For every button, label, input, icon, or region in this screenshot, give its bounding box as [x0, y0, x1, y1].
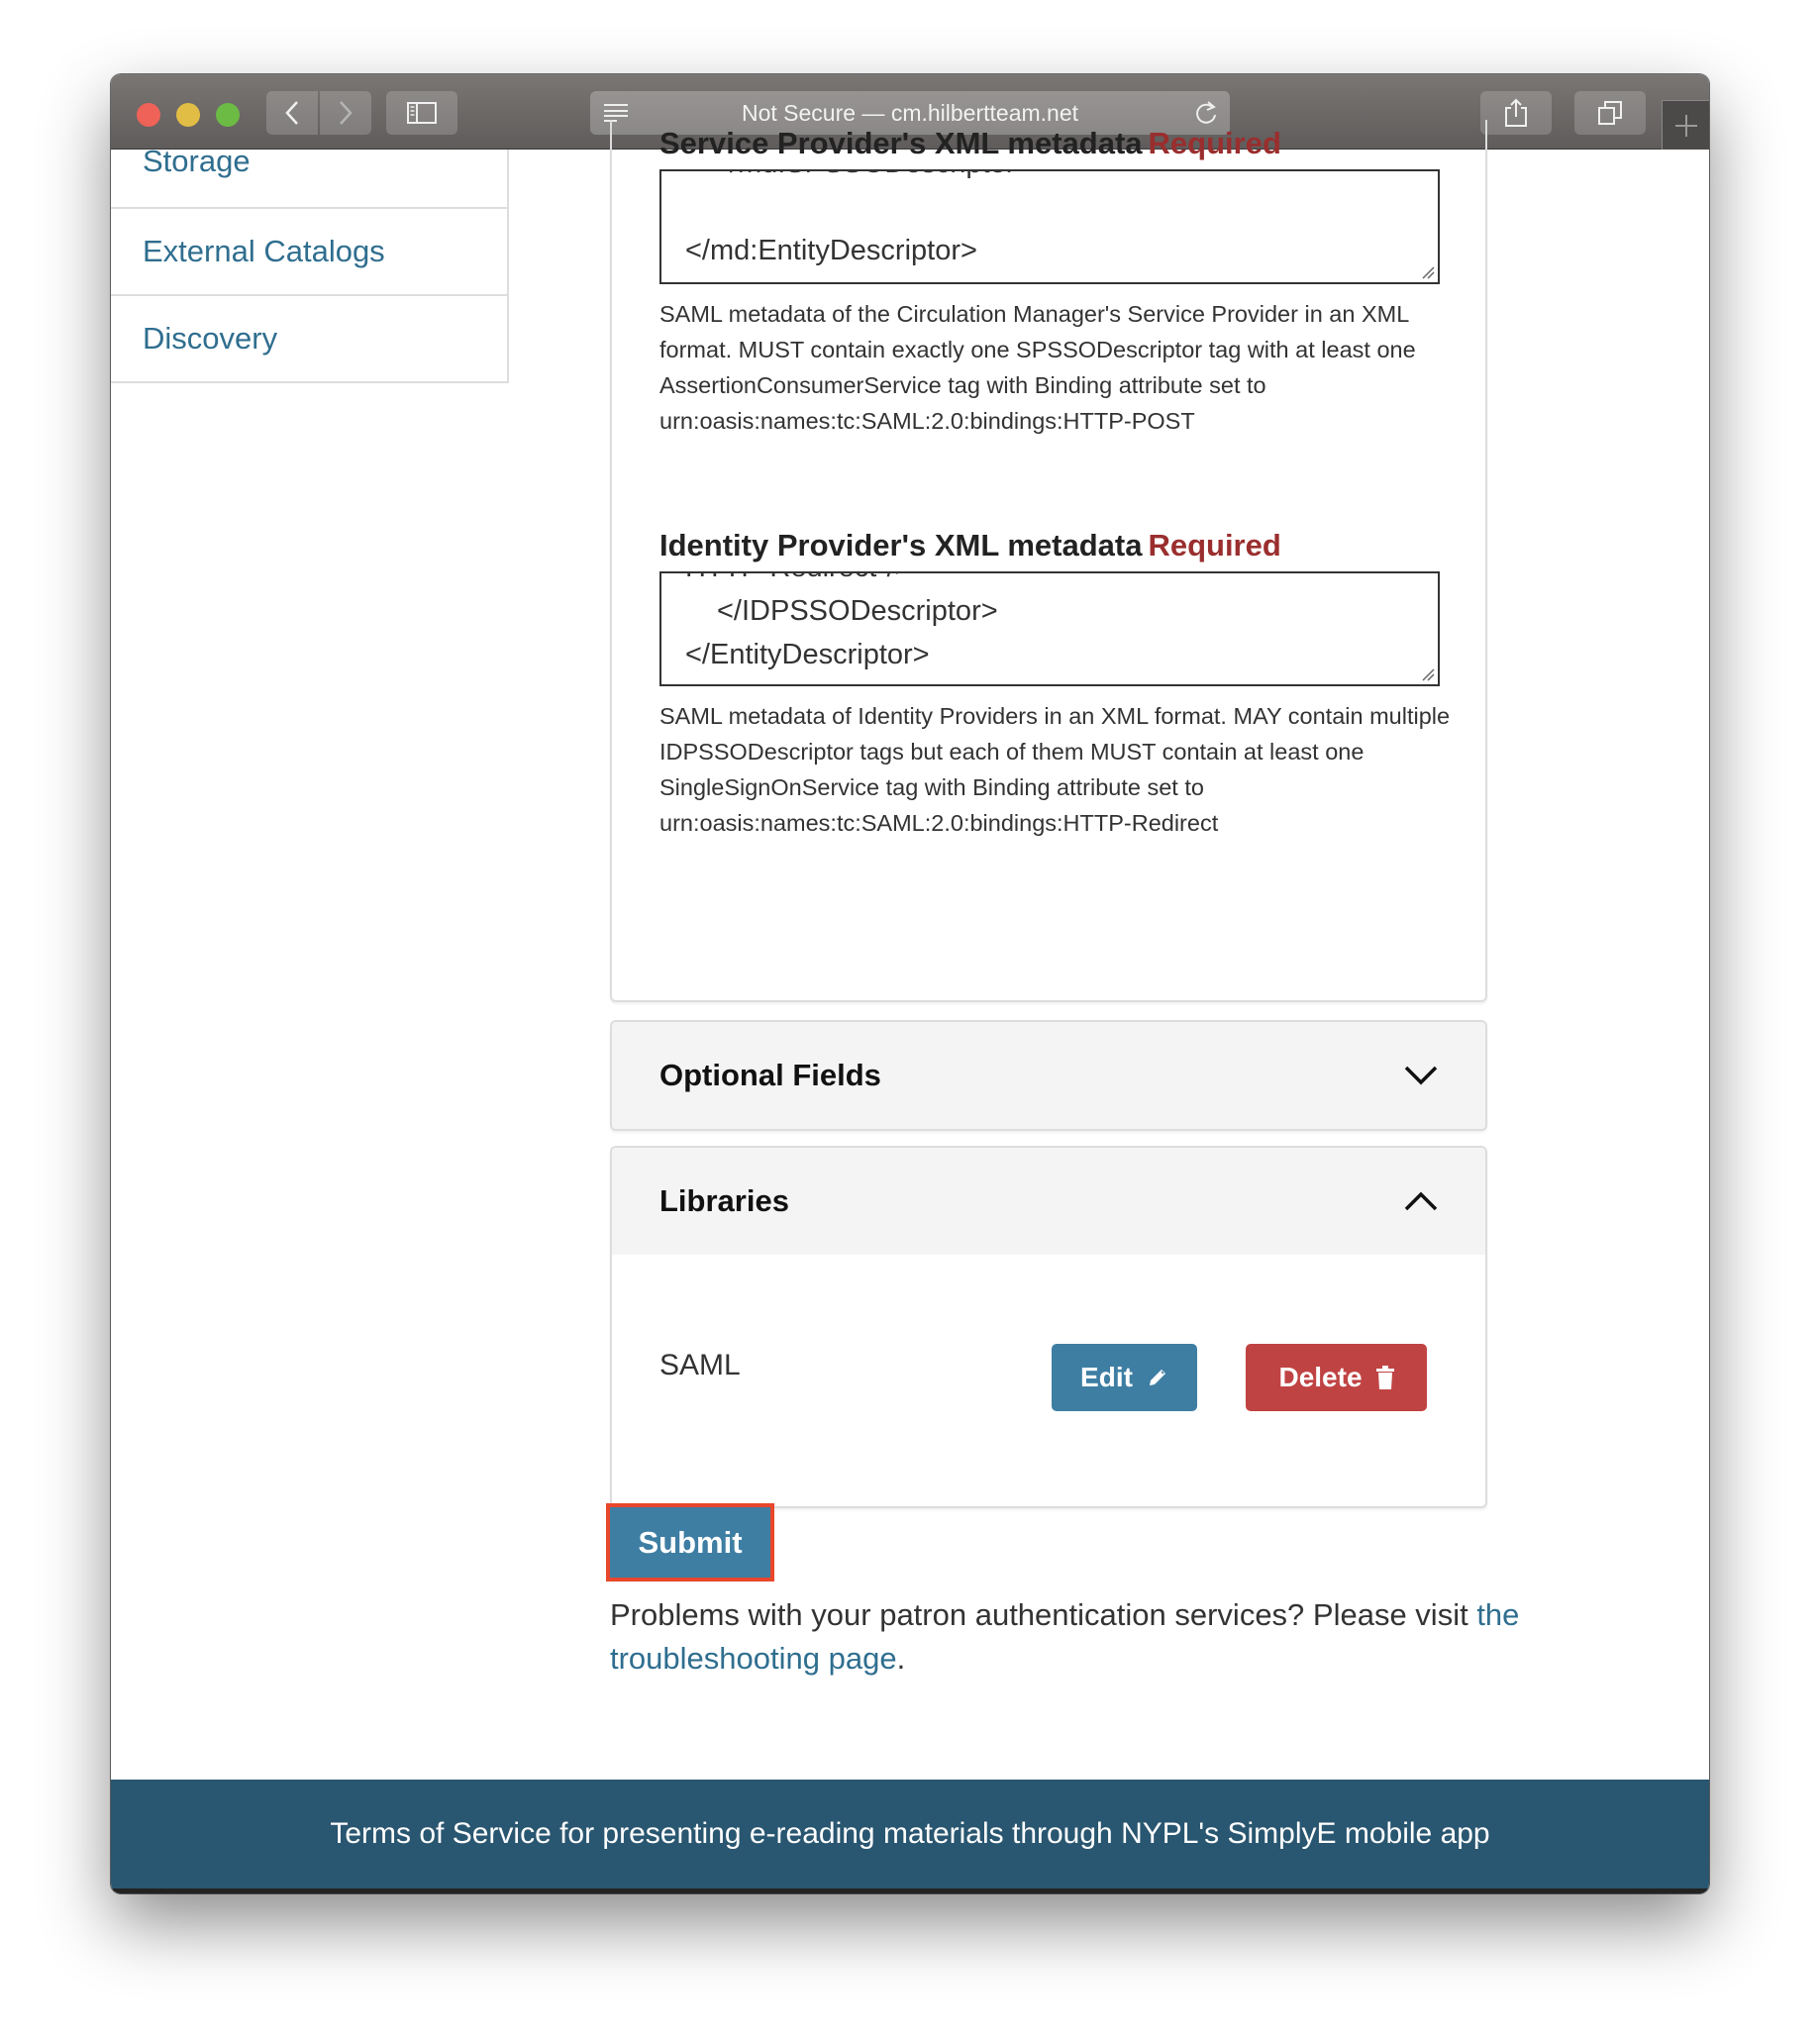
page-footer: Terms of Service for presenting e-readin…: [111, 1780, 1709, 1893]
new-tab-button[interactable]: [1662, 100, 1709, 150]
sp-metadata-textarea[interactable]: </md:SPSSODescriptor> </md:EntityDescrip…: [659, 169, 1440, 284]
chevron-left-icon: [285, 101, 298, 125]
terms-of-service-link[interactable]: Terms of Service for presenting e-readin…: [330, 1817, 1489, 1851]
zoom-window-button[interactable]: [216, 103, 240, 127]
textarea-line: </IDPSSODescriptor>: [717, 595, 998, 627]
textarea-line: </EntityDescriptor>: [685, 639, 930, 670]
sidebar-item-external-catalogs[interactable]: External Catalogs: [111, 207, 507, 294]
sidebar-item-label: External Catalogs: [143, 234, 385, 268]
minimize-window-button[interactable]: [176, 103, 200, 127]
sidebar-item-label: Storage: [143, 144, 251, 178]
back-button[interactable]: [266, 91, 318, 135]
sp-metadata-label: Service Provider's XML metadata Required: [659, 126, 1281, 161]
idp-metadata-label: Identity Provider's XML metadata Required: [659, 528, 1281, 563]
page-content: Storage External Catalogs Discovery Serv…: [111, 120, 1709, 1893]
optional-fields-title: Optional Fields: [659, 1058, 881, 1092]
sidebar-item-label: Discovery: [143, 321, 278, 356]
chevron-up-icon: [1404, 1191, 1438, 1211]
troubleshooting-text: Problems with your patron authentication…: [610, 1597, 1477, 1632]
required-badge: Required: [1148, 528, 1281, 562]
sidebar-icon: [407, 102, 437, 124]
sidebar-nav: Storage External Catalogs Discovery: [111, 144, 509, 383]
resize-grip-icon[interactable]: [1421, 667, 1435, 681]
troubleshooting-period: .: [896, 1641, 906, 1676]
sp-metadata-help: SAML metadata of the Circulation Manager…: [659, 301, 1416, 434]
libraries-panel: Libraries SAML Edit Delete: [610, 1146, 1487, 1508]
textarea-line: </md:SPSSODescriptor>: [685, 171, 1414, 185]
libraries-title: Libraries: [659, 1183, 789, 1218]
required-fields-panel: Service Provider's XML metadata Required …: [610, 120, 1487, 1002]
chevron-down-icon: [1404, 1066, 1438, 1085]
required-badge: Required: [1148, 126, 1281, 160]
pencil-icon: [1149, 1370, 1165, 1385]
share-button[interactable]: [1480, 91, 1552, 135]
tabs-overview-icon: [1598, 101, 1622, 125]
close-window-button[interactable]: [137, 103, 160, 127]
library-list-item: SAML Edit Delete: [612, 1255, 1485, 1506]
browser-window: Not Secure — cm.hilbertteam.net Storage …: [111, 74, 1709, 1893]
delete-label: Delete: [1278, 1362, 1363, 1392]
sidebar-item-discovery[interactable]: Discovery: [111, 294, 507, 381]
optional-fields-toggle[interactable]: Optional Fields: [612, 1022, 1485, 1129]
resize-grip-icon[interactable]: [1421, 265, 1435, 279]
troubleshooting-note: Problems with your patron authentication…: [610, 1593, 1600, 1681]
tab-overview-button[interactable]: [1574, 91, 1646, 135]
edit-label: Edit: [1080, 1362, 1133, 1392]
plus-icon: [1674, 114, 1697, 137]
textarea-line: </md:EntityDescriptor>: [685, 235, 977, 266]
label-text: Service Provider's XML metadata: [659, 126, 1143, 160]
libraries-toggle[interactable]: Libraries: [612, 1148, 1485, 1255]
library-name: SAML: [659, 1349, 741, 1381]
textarea-line: HTTP-Redirect"/>: [685, 573, 1414, 589]
delete-library-button[interactable]: Delete: [1246, 1344, 1427, 1411]
share-icon: [1505, 98, 1527, 127]
chevron-right-icon: [340, 101, 353, 125]
idp-metadata-help: SAML metadata of Identity Providers in a…: [659, 703, 1451, 836]
optional-fields-panel: Optional Fields: [610, 1020, 1487, 1131]
idp-metadata-textarea[interactable]: HTTP-Redirect"/> </IDPSSODescriptor> </E…: [659, 571, 1440, 686]
forward-button[interactable]: [320, 91, 371, 135]
trash-icon: [1375, 1366, 1394, 1389]
submit-button[interactable]: Submit: [606, 1503, 774, 1582]
label-text: Identity Provider's XML metadata: [659, 528, 1143, 562]
sidebar-item-storage[interactable]: Storage: [111, 144, 507, 207]
sidebar-toggle-button[interactable]: [386, 91, 457, 135]
edit-library-button[interactable]: Edit: [1052, 1344, 1197, 1411]
